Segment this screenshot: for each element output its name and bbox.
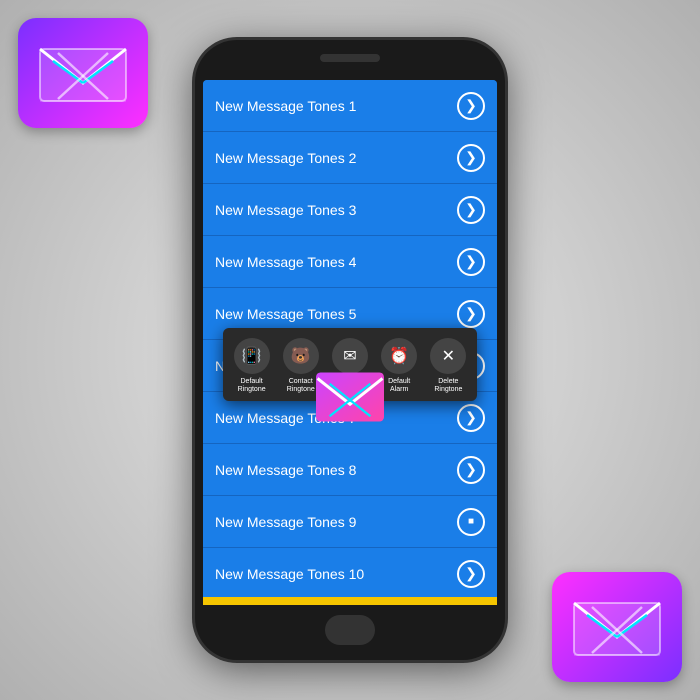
default-ringtone-label: Default Ringtone [238,378,266,395]
app-icon-bottomright [552,572,682,682]
home-button[interactable] [325,615,375,645]
list-item-label-8: New Message Tones 8 [215,462,356,478]
contact-ringtone-label: Contact Ringtone [287,378,315,395]
app-icon-topleft [18,18,148,128]
chevron-button-4[interactable]: ❯ [457,248,485,276]
list-item-1[interactable]: New Message Tones 1 ❯ [203,80,497,132]
default-ringtone-icon: 📳 [234,338,270,374]
default-alarm-label: Default Alarm [388,378,410,395]
list-item-label-5: New Message Tones 5 [215,306,356,322]
list-item-label-10: New Message Tones 10 [215,566,364,582]
context-item-delete-ringtone[interactable]: ✕ Delete Ringtone [428,338,468,395]
context-item-default-alarm[interactable]: ⏰ Default Alarm [379,338,419,395]
list-item-label-2: New Message Tones 2 [215,150,356,166]
context-item-default-ringtone[interactable]: 📳 Default Ringtone [232,338,272,395]
chevron-button-1[interactable]: ❯ [457,92,485,120]
chevron-button-7[interactable]: ❯ [457,404,485,432]
stop-button-9[interactable]: ■ [457,508,485,536]
chevron-button-10[interactable]: ❯ [457,560,485,588]
list-item-label-9: New Message Tones 9 [215,514,356,530]
list-item-8[interactable]: New Message Tones 8 ❯ [203,444,497,496]
chevron-button-3[interactable]: ❯ [457,196,485,224]
contact-ringtone-icon: 🐻 [283,338,319,374]
list-item-10[interactable]: New Message Tones 10 ❯ [203,548,497,600]
delete-ringtone-label: Delete Ringtone [434,378,462,395]
phone-screen: New Message Tones 1 ❯ New Message Tones 2 ❯… [203,80,497,605]
default-notification-icon: ✉ [332,338,368,374]
list-item-2[interactable]: New Message Tones 2 ❯ [203,132,497,184]
chevron-button-8[interactable]: ❯ [457,456,485,484]
default-alarm-icon: ⏰ [381,338,417,374]
chevron-button-5[interactable]: ❯ [457,300,485,328]
list-item-label-4: New Message Tones 4 [215,254,356,270]
overlay-logo [316,372,384,422]
phone-device: New Message Tones 1 ❯ New Message Tones 2 ❯… [195,40,505,660]
chevron-button-2[interactable]: ❯ [457,144,485,172]
list-item-3[interactable]: New Message Tones 3 ❯ [203,184,497,236]
list-item-label-1: New Message Tones 1 [215,98,356,114]
list-item-9[interactable]: New Message Tones 9 ■ [203,496,497,548]
list-item-4[interactable]: New Message Tones 4 ❯ [203,236,497,288]
progress-bar [203,597,497,605]
context-item-contact-ringtone[interactable]: 🐻 Contact Ringtone [281,338,321,395]
delete-ringtone-icon: ✕ [430,338,466,374]
list-item-label-3: New Message Tones 3 [215,202,356,218]
